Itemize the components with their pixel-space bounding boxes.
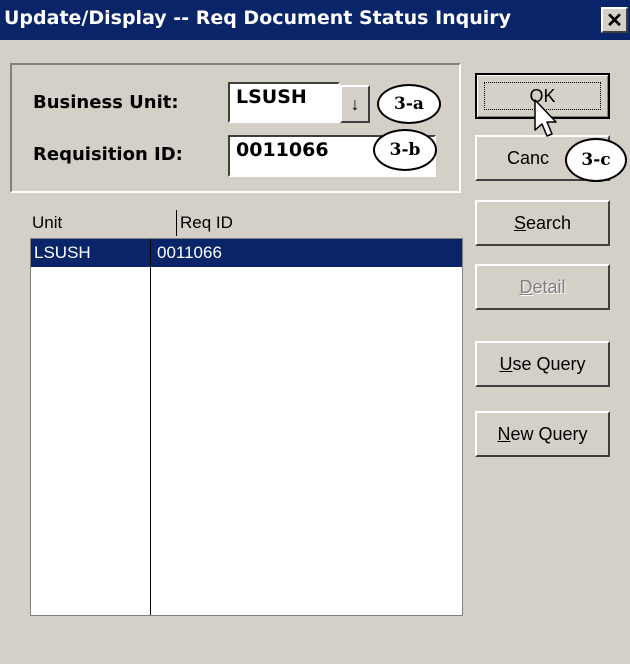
business-unit-label: Business Unit: — [33, 92, 179, 113]
requisition-id-label: Requisition ID: — [33, 144, 183, 165]
business-unit-input[interactable]: LSUSH — [228, 82, 340, 123]
callout-3a: 3-a — [377, 84, 441, 124]
use-query-label: Use Query — [499, 353, 586, 374]
title-bar[interactable]: Update/Display -- Req Document Status In… — [0, 0, 630, 40]
use-query-button[interactable]: Use Query — [475, 341, 610, 387]
search-label: Search — [513, 212, 572, 233]
callout-3c: 3-c — [565, 138, 627, 182]
detail-label: Detail — [519, 276, 566, 297]
new-query-label: New Query — [497, 423, 588, 444]
column-divider[interactable] — [176, 210, 177, 236]
dialog-window: Update/Display -- Req Document Status In… — [0, 0, 630, 664]
column-header-req-id[interactable]: Req ID — [180, 213, 233, 233]
cell-req-id: 0011066 — [157, 243, 222, 262]
search-button[interactable]: Search — [475, 200, 610, 246]
column-header-unit[interactable]: Unit — [32, 213, 62, 233]
close-button[interactable]: ✕ — [601, 7, 628, 33]
list-header: Unit Req ID — [30, 210, 464, 236]
cell-unit: LSUSH — [34, 243, 91, 262]
new-query-button[interactable]: New Query — [475, 411, 610, 457]
list-row[interactable]: LSUSH 0011066 — [31, 239, 462, 267]
close-icon: ✕ — [606, 9, 623, 32]
business-unit-dropdown-button[interactable]: ↓ — [340, 85, 370, 123]
mouse-pointer-icon — [534, 99, 557, 137]
detail-button: Detail — [475, 264, 610, 310]
callout-3b: 3-b — [373, 129, 437, 171]
arrow-down-icon: ↓ — [350, 93, 360, 114]
window-title: Update/Display -- Req Document Status In… — [4, 7, 512, 29]
cancel-label: Canc — [507, 147, 550, 168]
results-list[interactable]: LSUSH 0011066 — [30, 238, 463, 616]
column-separator — [150, 239, 151, 615]
